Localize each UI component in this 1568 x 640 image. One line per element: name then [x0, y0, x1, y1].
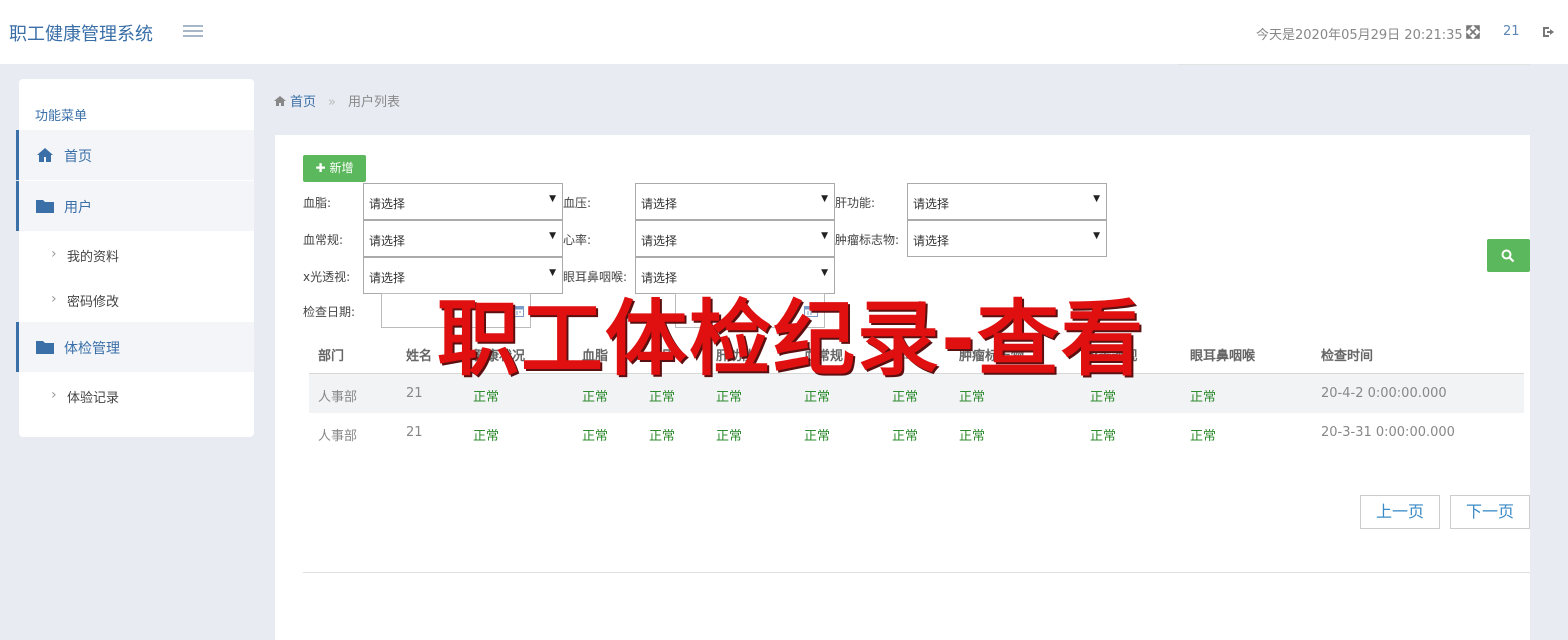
- search-button[interactable]: [1487, 239, 1530, 272]
- select-value: 请选择: [369, 271, 406, 285]
- blood-lipid-select[interactable]: 请选择 ▼: [363, 183, 563, 220]
- fullscreen-icon[interactable]: [1466, 25, 1480, 39]
- logout-icon[interactable]: [1542, 25, 1556, 39]
- prev-page-button[interactable]: 上一页: [1360, 495, 1440, 529]
- table-cell: 正常: [1190, 429, 1217, 444]
- chevron-right-icon: ›: [51, 291, 57, 307]
- plus-icon: ✚: [315, 161, 326, 175]
- sidebar-item-label: 用户: [64, 200, 92, 216]
- sidebar-item-label: 体验记录: [67, 391, 120, 406]
- table-cell: 正常: [892, 429, 919, 444]
- menu-toggle-icon[interactable]: [183, 25, 203, 39]
- filter-label-date: 检查日期:: [303, 305, 356, 319]
- table-row[interactable]: 人事部 21 正常 正常 正常 正常 正常 正常 正常 正常 正常 20-3-3…: [309, 413, 1524, 453]
- table-cell: 20-3-31 0:00:00.000: [1321, 425, 1455, 440]
- app-title: 职工健康管理系统: [9, 24, 153, 45]
- chevron-down-icon: ▼: [549, 231, 556, 241]
- sidebar-item-label: 我的资料: [67, 250, 120, 265]
- next-page-button[interactable]: 下一页: [1450, 495, 1530, 529]
- filter-label-blood-lipid: 血脂:: [303, 196, 332, 210]
- blood-routine-select[interactable]: 请选择 ▼: [363, 220, 563, 257]
- table-cell: 人事部: [318, 390, 358, 405]
- breadcrumb: 首页 » 用户列表: [274, 91, 400, 110]
- sidebar-item-users[interactable]: 用户: [16, 181, 254, 231]
- table-header: 检查时间: [1321, 349, 1374, 364]
- search-icon: [1501, 249, 1515, 263]
- table-header: 姓名: [406, 349, 433, 364]
- table-cell: 正常: [804, 429, 831, 444]
- sidebar-item-change-password[interactable]: › 密码修改: [19, 277, 254, 321]
- sidebar-item-checkup-records[interactable]: › 体验记录: [19, 373, 254, 417]
- filter-label-xray: x光透视:: [303, 270, 351, 284]
- heart-rate-select[interactable]: 请选择 ▼: [635, 220, 835, 257]
- tumor-marker-select[interactable]: 请选择 ▼: [907, 220, 1107, 257]
- table-cell: 正常: [1190, 390, 1217, 405]
- sidebar-item-label: 密码修改: [67, 295, 120, 310]
- blood-pressure-select[interactable]: 请选择 ▼: [635, 183, 835, 220]
- liver-function-select[interactable]: 请选择 ▼: [907, 183, 1107, 220]
- table-cell: 正常: [582, 429, 609, 444]
- select-value: 请选择: [641, 234, 678, 248]
- table-cell: 正常: [716, 429, 743, 444]
- filter-label-blood-routine: 血常规:: [303, 233, 344, 247]
- filter-label-tumor: 肿瘤标志物:: [835, 233, 900, 247]
- overlay-caption: 职工体检纪录-查看: [437, 292, 1146, 387]
- breadcrumb-current: 用户列表: [347, 95, 400, 110]
- chevron-down-icon: ▼: [821, 194, 828, 204]
- current-datetime: 今天是2020年05月29日 20:21:35: [1256, 28, 1463, 43]
- add-button[interactable]: ✚ 新增: [303, 155, 366, 182]
- chevron-down-icon: ▼: [549, 194, 556, 204]
- filter-label-liver: 肝功能:: [835, 196, 876, 210]
- sidebar-heading: 功能菜单: [35, 109, 88, 124]
- table-cell: 人事部: [318, 429, 358, 444]
- home-icon: [274, 95, 286, 107]
- sidebar-item-checkup-management[interactable]: 体检管理: [16, 322, 254, 372]
- sidebar-item-home[interactable]: 首页: [16, 130, 254, 180]
- select-value: 请选择: [369, 234, 406, 248]
- breadcrumb-separator: »: [328, 95, 336, 110]
- filter-label-heart-rate: 心率:: [563, 233, 592, 247]
- select-value: 请选择: [913, 234, 950, 248]
- divider: [303, 572, 1530, 573]
- home-icon: [36, 147, 54, 163]
- table-cell: 正常: [649, 429, 676, 444]
- sidebar: 功能菜单 首页 用户 › 我的资料 › 密码修改 体检管理 › 体验记录: [16, 79, 254, 437]
- add-button-label: 新增: [329, 161, 354, 175]
- user-name[interactable]: 21: [1503, 24, 1520, 39]
- sidebar-item-my-profile[interactable]: › 我的资料: [19, 232, 254, 276]
- table-cell: 21: [406, 386, 423, 401]
- chevron-down-icon: ▼: [1093, 194, 1100, 204]
- sidebar-item-label: 首页: [64, 149, 92, 165]
- filter-label-blood-pressure: 血压:: [563, 196, 592, 210]
- table-cell: 正常: [473, 429, 500, 444]
- folder-icon: [36, 198, 54, 214]
- chevron-down-icon: ▼: [821, 231, 828, 241]
- table-cell: 正常: [1090, 429, 1117, 444]
- table-header: 部门: [318, 349, 345, 364]
- folder-icon: [36, 339, 54, 355]
- chevron-down-icon: ▼: [1093, 231, 1100, 241]
- chevron-right-icon: ›: [51, 246, 57, 262]
- sidebar-item-label: 体检管理: [64, 341, 120, 357]
- select-value: 请选择: [369, 197, 406, 211]
- table-cell: 正常: [959, 429, 986, 444]
- table-header: 眼耳鼻咽喉: [1190, 349, 1256, 364]
- table-cell: 20-4-2 0:00:00.000: [1321, 386, 1447, 401]
- breadcrumb-home-link[interactable]: 首页: [290, 95, 316, 110]
- select-value: 请选择: [641, 197, 678, 211]
- table-cell: 21: [406, 425, 423, 440]
- header-divider: [1178, 64, 1530, 65]
- chevron-right-icon: ›: [51, 387, 57, 403]
- top-bar: 职工健康管理系统 今天是2020年05月29日 20:21:35 21: [0, 0, 1568, 65]
- select-value: 请选择: [913, 197, 950, 211]
